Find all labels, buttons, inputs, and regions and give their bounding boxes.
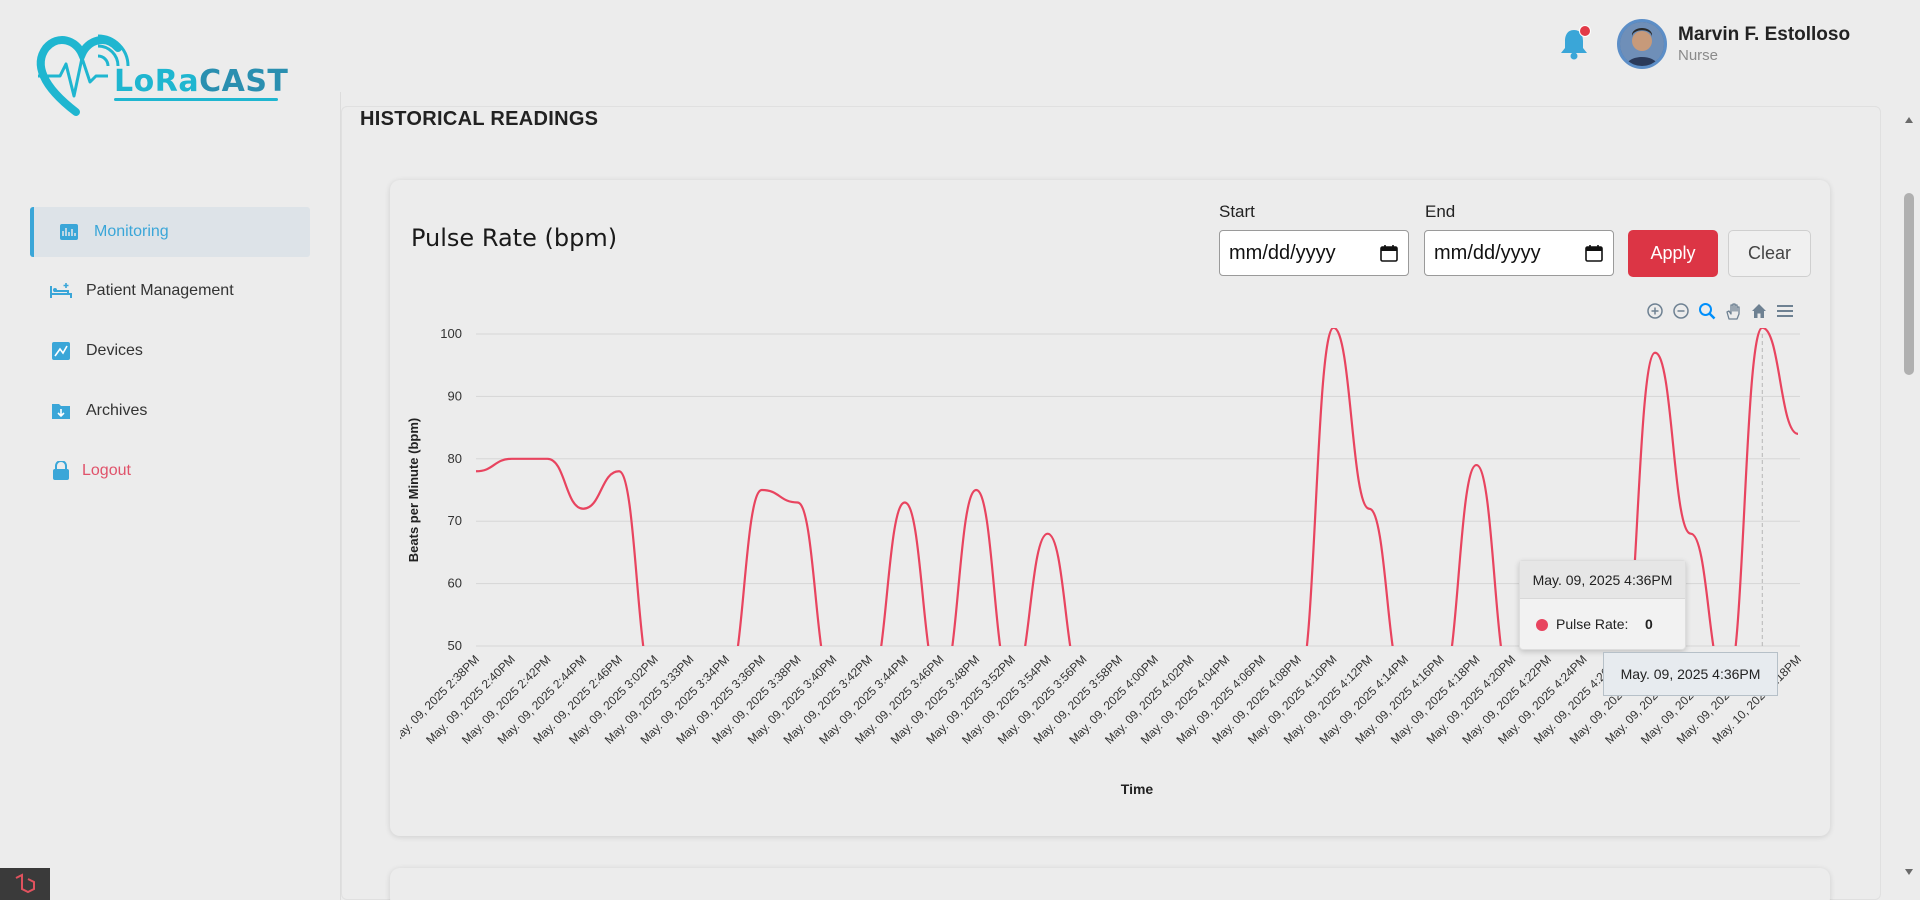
chart-tooltip: May. 09, 2025 4:36PM Pulse Rate: 0	[1519, 560, 1686, 650]
sidebar-item-label: Archives	[86, 402, 148, 419]
page-title: HISTORICAL READINGS	[360, 108, 599, 130]
user-name[interactable]: Marvin F. Estolloso	[1678, 24, 1850, 46]
notification-badge	[1579, 25, 1591, 37]
sidebar-item-logout[interactable]: Logout	[30, 446, 310, 496]
sidebar-item-archives[interactable]: Archives	[30, 386, 310, 436]
series-marker-dot	[1536, 619, 1548, 631]
laravel-icon[interactable]	[0, 868, 50, 900]
next-chart-card	[390, 868, 1830, 900]
brand-underline	[114, 98, 278, 101]
sidebar: LoRaCAST Monitoring Patient Management D…	[0, 0, 320, 900]
x-axis-ticks: May. 09, 2025 2:38PMMay. 09, 2025 2:40PM…	[400, 652, 1804, 747]
end-date-input[interactable]: mm/dd/yyyy	[1424, 230, 1614, 276]
clear-button[interactable]: Clear	[1728, 230, 1811, 277]
lock-icon	[50, 460, 72, 482]
sidebar-item-devices[interactable]: Devices	[30, 326, 310, 376]
tooltip-title: May. 09, 2025 4:36PM	[1520, 561, 1685, 599]
tooltip-series-label: Pulse Rate:	[1556, 616, 1629, 632]
y-tick-label: 70	[448, 513, 462, 528]
scroll-up-arrow-icon[interactable]	[1904, 116, 1914, 124]
start-date-input[interactable]: mm/dd/yyyy	[1219, 230, 1409, 276]
sidebar-item-monitoring[interactable]: Monitoring	[30, 207, 310, 257]
apply-button[interactable]: Apply	[1628, 230, 1718, 277]
bed-plus-icon	[50, 280, 72, 302]
y-tick-label: 90	[448, 388, 462, 403]
user-role: Nurse	[1678, 47, 1719, 64]
sidebar-item-label: Monitoring	[94, 223, 169, 240]
tooltip-series-value: 0	[1645, 616, 1653, 632]
y-tick-label: 60	[448, 576, 462, 591]
start-date-label: Start	[1219, 202, 1255, 221]
y-axis-ticks: 50 60 70 80 90 100	[440, 326, 462, 653]
archive-icon	[50, 400, 72, 422]
sidebar-item-label: Patient Management	[86, 282, 234, 299]
brand-name: LoRaCAST	[114, 64, 288, 99]
brand-name-part2: CAST	[199, 64, 289, 99]
calendar-icon[interactable]	[1585, 244, 1603, 262]
calendar-icon[interactable]	[1380, 244, 1398, 262]
y-tick-label: 80	[448, 451, 462, 466]
scrollbar-thumb[interactable]	[1904, 193, 1914, 375]
chart-card-title: Pulse Rate (bpm)	[411, 224, 618, 252]
monitor-chart-icon	[58, 221, 80, 243]
x-axis-tooltip: May. 09, 2025 4:36PM	[1603, 652, 1778, 696]
start-date-placeholder: mm/dd/yyyy	[1229, 241, 1336, 264]
brand-name-part1: LoRa	[114, 64, 200, 99]
sidebar-item-label: Devices	[86, 342, 143, 359]
sidebar-item-patient-management[interactable]: Patient Management	[30, 266, 310, 316]
devices-icon	[50, 340, 72, 362]
scroll-down-arrow-icon[interactable]	[1904, 868, 1914, 876]
sidebar-item-label: Logout	[82, 462, 131, 479]
end-date-placeholder: mm/dd/yyyy	[1434, 241, 1541, 264]
end-date-label: End	[1425, 202, 1456, 221]
x-axis-label: Time	[1121, 781, 1154, 797]
y-axis-label: Beats per Minute (bpm)	[406, 418, 421, 562]
y-tick-label: 50	[448, 638, 462, 653]
avatar[interactable]	[1617, 19, 1667, 69]
y-tick-label: 100	[440, 326, 462, 341]
